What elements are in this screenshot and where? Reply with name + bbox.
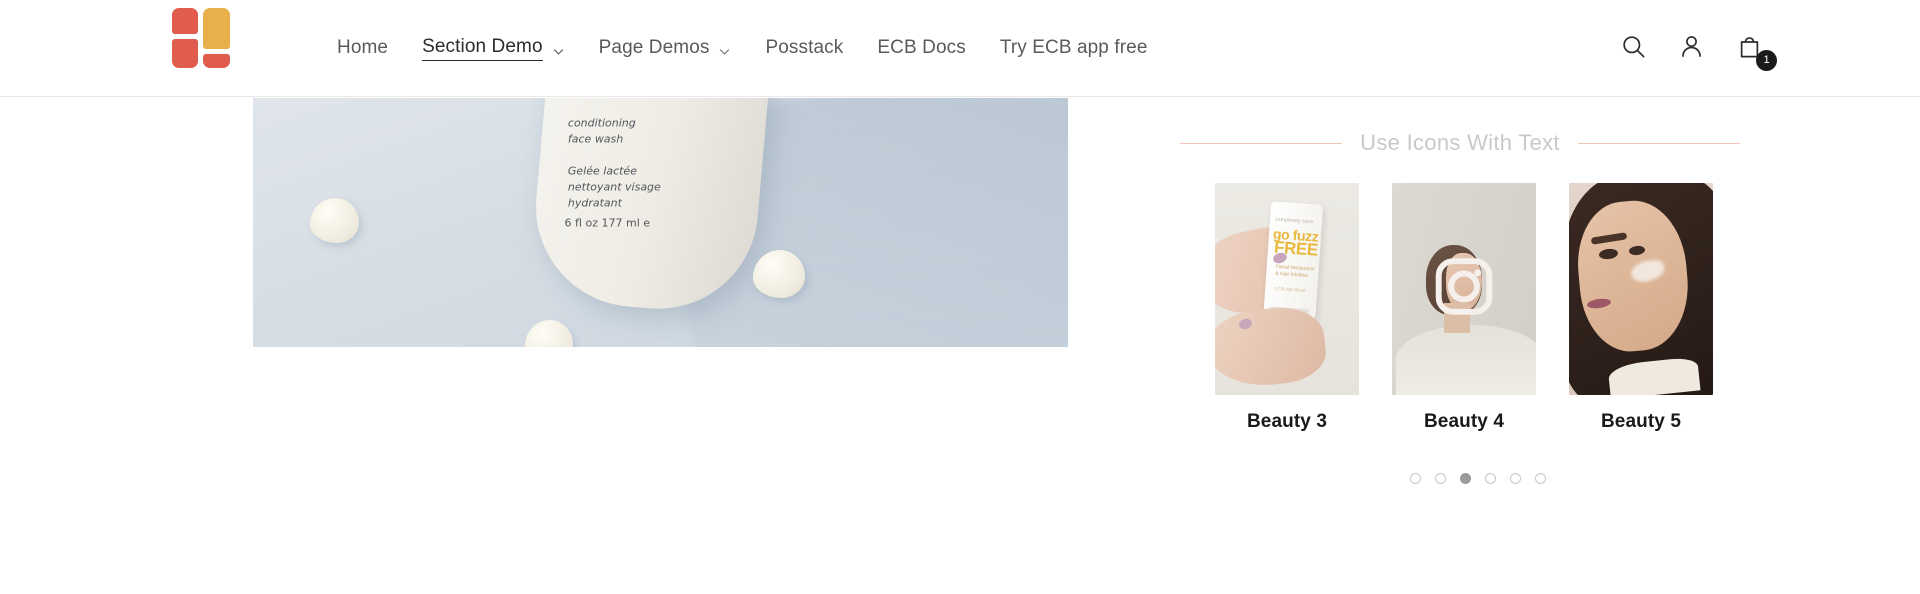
cream-blob [753,250,805,298]
heading-rule-right [1577,142,1741,144]
heading-rule-left [1180,142,1343,144]
nav-item-page-demos[interactable]: Page Demos [582,37,749,60]
section-title: Use Icons With Text [1360,130,1560,155]
ecb-logo[interactable] [172,8,230,68]
cream-blob [310,198,359,243]
nav-item-home[interactable]: Home [320,37,405,60]
header-actions: 1 [1617,0,1777,97]
tube-size: 1.7 FL OZ / 50 ml [1274,285,1306,293]
bottle-label-text: conditioning face wash Gelée lactée nett… [567,116,661,210]
search-button[interactable] [1617,33,1649,65]
carousel-pagination [1180,473,1740,484]
cart-count-badge: 1 [1756,49,1777,71]
pagination-dot-6[interactable] [1534,473,1546,484]
product-card[interactable]: completely bare go fuzz FREE Facial Mois… [1215,183,1359,433]
card-image-beauty-4[interactable] [1392,183,1536,395]
hand-lower [1215,303,1329,391]
cream-blob [525,320,573,347]
instagram-icon[interactable] [1433,256,1495,323]
logo-cell-top-left [172,8,198,34]
icons-with-text-section: Use Icons With Text completely bare go f… [1180,98,1741,484]
bottle-volume-text: 6 fl oz 177 ml e [564,216,651,230]
product-card-list: completely bare go fuzz FREE Facial Mois… [1180,183,1740,433]
card-title: Beauty 3 [1246,411,1327,432]
nav-label: Page Demos [598,37,710,59]
nav-item-ecb-docs[interactable]: ECB Docs [860,37,982,60]
section-heading: Use Icons With Text [1180,130,1741,156]
tube-brand: completely bare [1274,216,1314,226]
pagination-dot-1[interactable] [1409,473,1421,484]
main-navigation: Home Section Demo Page Demos Posstack EC… [320,0,1164,97]
nav-item-section-demo[interactable]: Section Demo [405,36,582,62]
card-image-beauty-5[interactable] [1569,183,1713,395]
person-body [1396,325,1536,395]
chevron-down-icon [552,42,565,55]
pagination-dot-2[interactable] [1434,473,1446,484]
nav-label: Home [337,37,389,59]
pagination-dot-5[interactable] [1509,473,1521,484]
card-image-beauty-3[interactable]: completely bare go fuzz FREE Facial Mois… [1215,183,1359,395]
nav-item-posstack[interactable]: Posstack [748,37,860,60]
logo-cell-bottom-right [203,54,230,68]
tube-subtext: Facial Moisturizer & Hair Inhibitor [1275,263,1316,279]
product-card[interactable]: Beauty 4 [1392,183,1536,433]
account-button[interactable] [1675,33,1707,65]
pagination-dot-3[interactable] [1459,473,1471,484]
cart-button[interactable]: 1 [1733,33,1777,71]
nav-label: Posstack [765,37,844,59]
nav-item-try-ecb-app-free[interactable]: Try ECB app free [983,37,1165,60]
search-icon [1620,33,1647,65]
nav-label: Try ECB app free [999,37,1148,59]
nav-label: ECB Docs [877,37,966,59]
product-card[interactable]: Beauty 5 [1569,183,1713,433]
logo-cell-top-right [203,8,230,49]
hero-product-image[interactable]: conditioning face wash Gelée lactée nett… [253,98,1068,347]
site-header: Home Section Demo Page Demos Posstack EC… [0,0,1920,97]
chevron-down-icon [718,42,731,55]
pagination-dot-4[interactable] [1484,473,1496,484]
logo-cell-bottom-left [172,39,198,68]
card-title: Beauty 4 [1423,411,1504,432]
nav-label: Section Demo [422,36,543,62]
card-title: Beauty 5 [1600,411,1681,432]
account-icon [1678,33,1705,65]
